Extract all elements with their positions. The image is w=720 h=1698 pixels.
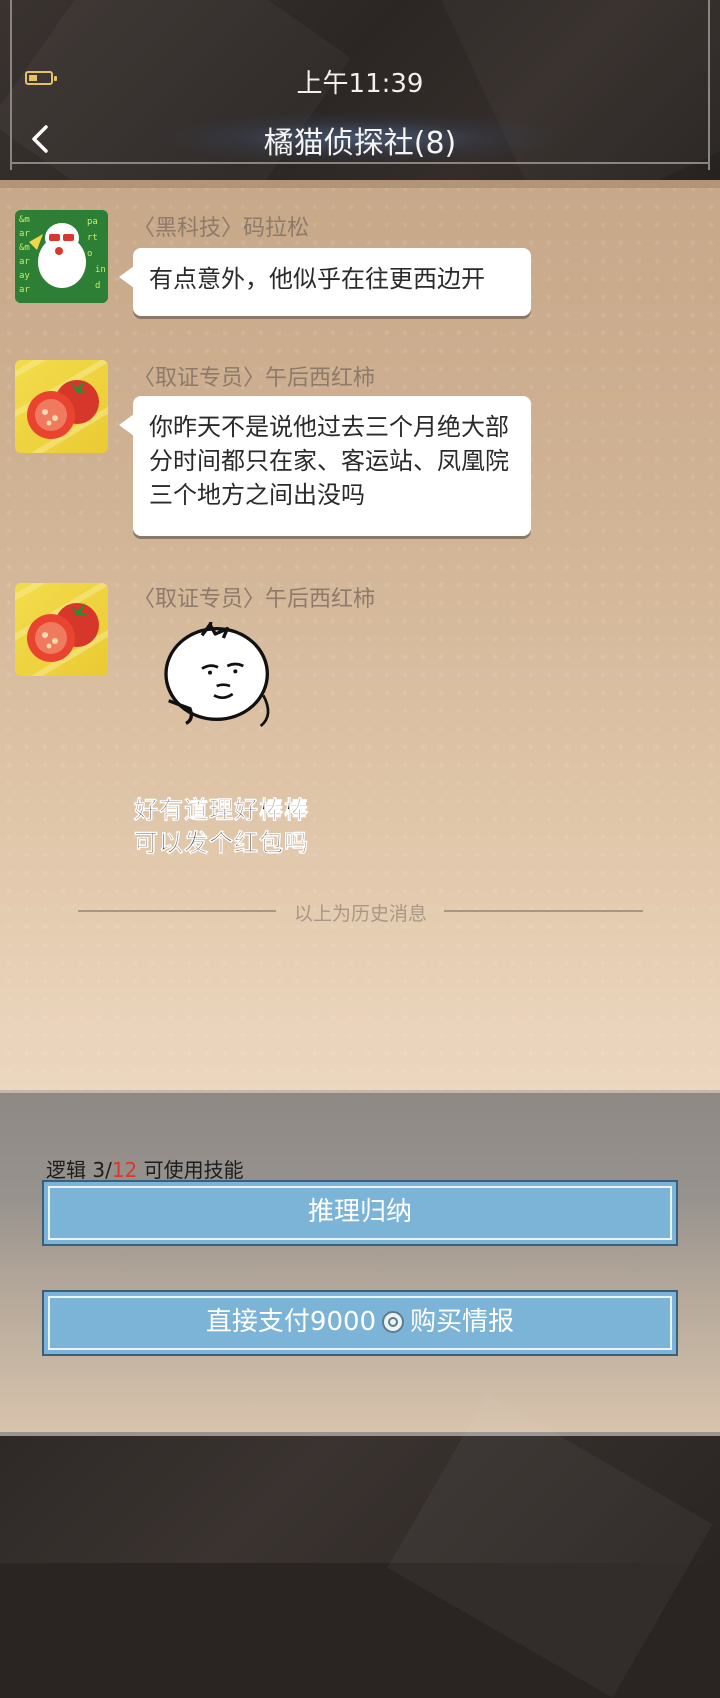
svg-text:&m: &m <box>19 215 30 225</box>
skill-suffix: 可使用技能 <box>137 1158 244 1182</box>
status-time: 上午11:39 <box>296 69 424 99</box>
message-text: 你昨天不是说他过去三个月绝大部分时间都只在家、客运站、凤凰院三个地方之间出没吗 <box>149 413 509 509</box>
history-divider-label: 以上为历史消息 <box>293 903 427 925</box>
sticker-caption: 可以发个红包吗 <box>134 829 309 858</box>
buy-intel-button[interactable]: 直接支付9000 购买情报 <box>42 1290 678 1356</box>
message-text: 有点意外，他似乎在往更西边开 <box>149 265 485 293</box>
skill-prefix: 逻辑 3/ <box>46 1158 112 1182</box>
buy-intel-label: 购买情报 <box>410 1307 515 1337</box>
top-bar: 上午11:39 橘猫侦探社(8) <box>0 0 720 180</box>
action-panel: 逻辑 3/12 可使用技能 推理归纳 直接支付9000 购买情报 <box>0 1090 720 1435</box>
history-divider: 以上为历史消息 <box>78 899 643 925</box>
reasoning-button-label: 推理归纳 <box>307 1197 412 1227</box>
sticker-caption: 好有道理好棒棒 <box>134 796 309 825</box>
chat-area[interactable]: &m ar &m ar ay ar pa rt o in d 〈黑科技〉码拉松 有点意外，他似… <box>0 180 720 1090</box>
bottom-bar <box>0 1394 720 1698</box>
svg-text:&m: &m <box>19 243 30 253</box>
skill-max: 12 <box>111 1158 138 1182</box>
skill-status: 逻辑 3/12 可使用技能 <box>46 1154 244 1183</box>
message-bubble[interactable]: 有点意外，他似乎在往更西边开 <box>119 248 531 316</box>
sender-name: 〈黑科技〉码拉松 <box>133 216 310 241</box>
sender-name: 〈取证专员〉午后西红柿 <box>133 366 376 391</box>
avatar[interactable]: &m ar &m ar ay ar pa rt o in d <box>15 210 108 303</box>
svg-text:o: o <box>87 249 92 259</box>
coin-icon <box>382 1311 405 1333</box>
svg-text:in: in <box>95 265 106 275</box>
meme-sticker-tomato-face[interactable] <box>140 622 320 782</box>
buy-intel-price: 直接支付9000 <box>205 1307 377 1337</box>
avatar[interactable] <box>15 583 108 676</box>
avatar[interactable] <box>15 360 108 453</box>
svg-text:pa: pa <box>87 217 98 227</box>
chat-title: 橘猫侦探社(8) <box>263 126 457 161</box>
svg-text:ar: ar <box>19 257 30 267</box>
svg-text:ar: ar <box>19 285 30 295</box>
reasoning-button[interactable]: 推理归纳 <box>42 1180 678 1246</box>
svg-text:ay: ay <box>19 271 30 281</box>
svg-text:rt: rt <box>87 233 98 243</box>
svg-text:d: d <box>95 281 100 291</box>
svg-text:ar: ar <box>19 229 30 239</box>
sender-name: 〈取证专员〉午后西红柿 <box>133 587 376 612</box>
message-bubble[interactable]: 你昨天不是说他过去三个月绝大部分时间都只在家、客运站、凤凰院三个地方之间出没吗 <box>119 396 531 536</box>
